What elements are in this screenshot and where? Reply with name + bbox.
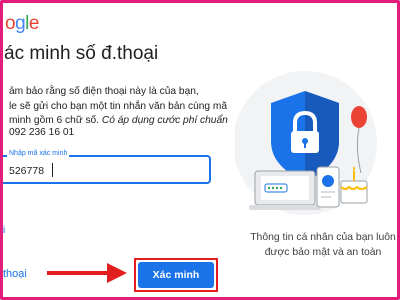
red-arrow-icon (47, 263, 127, 283)
security-illustration (235, 71, 377, 215)
verification-code-field[interactable]: Nhập mã xác minh 526778 (3, 150, 211, 184)
google-logo: ogle (5, 13, 39, 35)
phone-icon (316, 166, 340, 208)
description-line-2: le sẽ gửi cho bạn một tin nhắn văn bản c… (9, 100, 228, 112)
verify-button[interactable]: Xác minh (138, 262, 214, 288)
description-line-1: ảm bảo rằng số điện thoại này là của bạn… (9, 86, 199, 97)
security-caption-line-1: Thông tin cá nhân của bạn luôn (250, 232, 396, 243)
phone-number: 092 236 16 01 (9, 127, 75, 138)
laptop-icon (249, 170, 321, 210)
verification-code-label: Nhập mã xác minh (7, 150, 70, 157)
back-link[interactable]: thoại (3, 268, 27, 280)
logo-letter-o: o (5, 13, 16, 34)
verification-code-input[interactable]: 526778 (9, 165, 44, 177)
description-fee-note: Có áp dụng cước phí chuẩn (101, 115, 228, 126)
text-caret (52, 163, 53, 177)
page-title: ác minh số đ.thoại (4, 43, 159, 64)
description: ảm bảo rằng số điện thoại này là của bạn… (9, 85, 234, 129)
description-line-3-text: minh gồm 6 chữ số. (9, 115, 102, 126)
security-caption-line-2: được bảo mật và an toàn (264, 246, 382, 258)
security-caption: Thông tin cá nhân của bạn luôn được bảo … (243, 231, 397, 260)
screenshot-frame: ogle ác minh số đ.thoại ảm bảo rằng số đ… (0, 0, 400, 300)
alternate-option-link[interactable]: i (3, 225, 5, 236)
logo-letter-g: g (15, 13, 26, 34)
logo-letter-e: e (28, 13, 40, 34)
